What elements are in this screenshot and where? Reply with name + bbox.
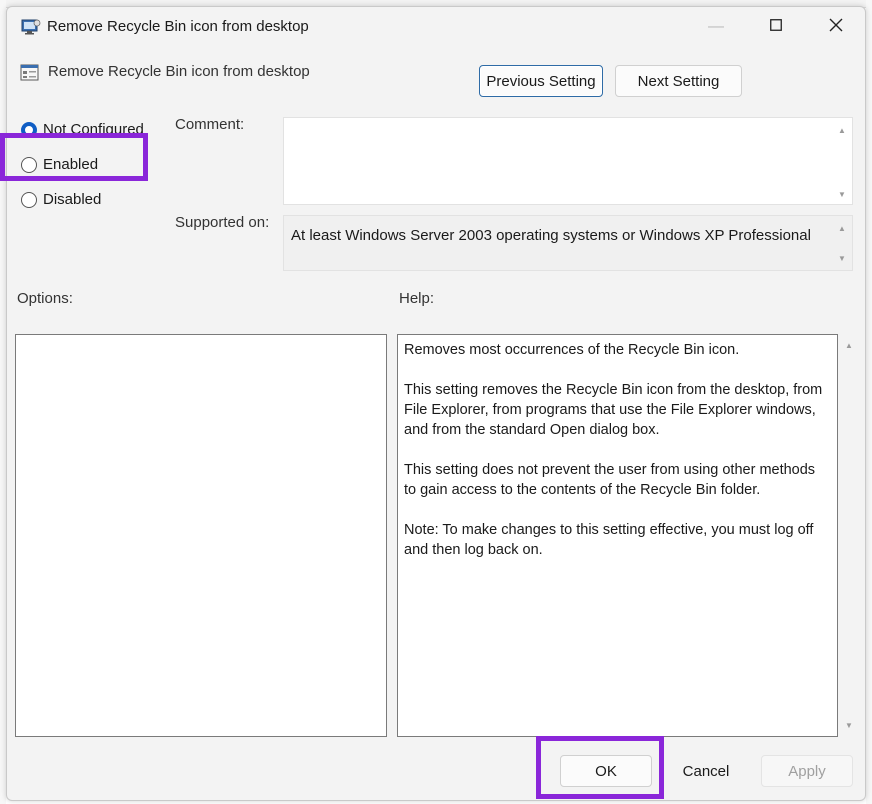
help-paragraph: Note: To make changes to this setting ef… (404, 522, 814, 558)
maximize-button[interactable] (747, 7, 805, 47)
supported-on-label: Supported on: (175, 214, 270, 231)
comment-field[interactable]: ▲ ▼ (283, 117, 853, 205)
previous-setting-button[interactable]: Previous Setting (479, 65, 603, 97)
radio-unchecked-icon (21, 191, 37, 208)
background-app-right-edge (866, 0, 872, 804)
options-label: Options: (17, 290, 73, 307)
close-icon (829, 18, 843, 37)
help-paragraph: This setting removes the Recycle Bin ico… (404, 382, 823, 438)
window-title: Remove Recycle Bin icon from desktop (47, 18, 309, 35)
title-bar[interactable]: Remove Recycle Bin icon from desktop — (7, 7, 865, 47)
maximize-icon (770, 18, 782, 36)
setting-name: Remove Recycle Bin icon from desktop (48, 63, 310, 80)
radio-disabled-label: Disabled (43, 191, 102, 208)
help-label: Help: (399, 290, 435, 307)
policy-dialog: Remove Recycle Bin icon from desktop — R… (6, 6, 866, 801)
minimize-button[interactable]: — (687, 7, 745, 47)
scroll-up-icon[interactable]: ▲ (845, 341, 853, 350)
ok-highlight-box (536, 736, 664, 799)
policy-setting-icon (20, 64, 40, 82)
apply-button[interactable]: Apply (761, 755, 853, 787)
scroll-down-icon[interactable]: ▼ (838, 190, 846, 199)
scroll-up-icon[interactable]: ▲ (838, 126, 846, 135)
help-paragraph: This setting does not prevent the user f… (404, 462, 816, 498)
scroll-up-icon[interactable]: ▲ (838, 224, 846, 233)
comment-label: Comment: (175, 116, 245, 133)
scroll-down-icon[interactable]: ▼ (845, 721, 853, 730)
options-pane (15, 334, 387, 737)
minimize-icon: — (708, 18, 724, 35)
enabled-highlight-box (0, 133, 148, 181)
supported-on-field: At least Windows Server 2003 operating s… (283, 215, 853, 271)
scroll-down-icon[interactable]: ▼ (838, 254, 846, 263)
close-button[interactable] (807, 7, 865, 47)
policy-window-icon (21, 18, 41, 36)
next-setting-button[interactable]: Next Setting (615, 65, 742, 97)
help-paragraph: Removes most occurrences of the Recycle … (404, 342, 740, 358)
help-pane[interactable]: Removes most occurrences of the Recycle … (397, 334, 838, 737)
cancel-button[interactable]: Cancel (663, 755, 749, 787)
radio-disabled[interactable]: Disabled (21, 191, 101, 208)
supported-on-value: At least Windows Server 2003 operating s… (291, 227, 811, 244)
